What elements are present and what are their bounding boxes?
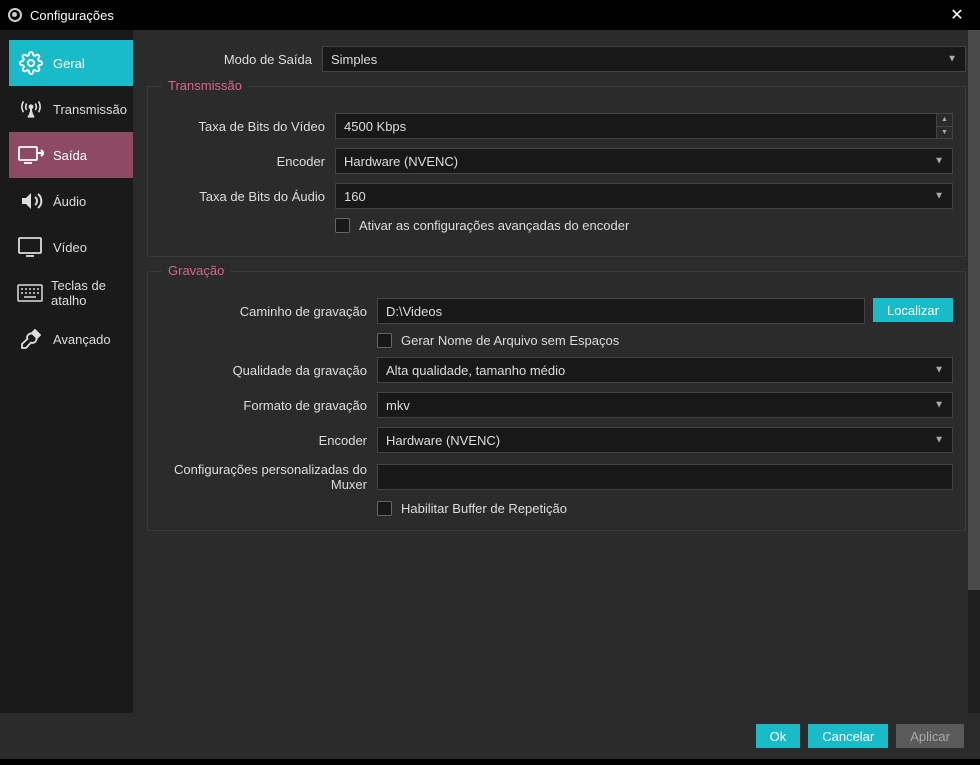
stream-legend: Transmissão [162,78,248,93]
sidebar-item-audio[interactable]: Áudio [9,178,133,224]
muxer-label: Configurações personalizadas do Muxer [160,462,377,492]
video-icon [17,233,45,261]
record-path-label: Caminho de gravação [160,304,377,319]
chevron-down-icon: ▼ [934,435,944,446]
bottom-bar [0,759,980,765]
record-fieldset: Gravação Caminho de gravação D:\Videos L… [147,271,966,531]
output-icon [17,141,45,169]
main: Geral A Transmissão Saída Áudio Vídeo [0,30,980,713]
record-encoder-value: Hardware (NVENC) [386,433,500,448]
sidebar-item-geral[interactable]: Geral [9,40,133,86]
record-encoder-label: Encoder [160,433,377,448]
video-bitrate-label: Taxa de Bits do Vídeo [160,119,335,134]
app-icon [8,8,22,22]
chevron-down-icon: ▼ [947,54,957,65]
replay-buffer-label: Habilitar Buffer de Repetição [401,501,567,516]
record-quality-value: Alta qualidade, tamanho médio [386,363,565,378]
audio-icon [17,187,45,215]
close-button[interactable]: ✕ [942,5,972,25]
record-path-input[interactable]: D:\Videos [377,298,865,324]
window-title: Configurações [30,8,942,23]
chevron-down-icon: ▼ [934,156,944,167]
sidebar-label-saida: Saída [53,148,87,163]
video-bitrate-input[interactable]: 4500 Kbps ▲ ▼ [335,113,953,139]
sidebar-item-advanced[interactable]: Avançado [9,316,133,362]
sidebar-item-transmissao[interactable]: A Transmissão [9,86,133,132]
no-spaces-label: Gerar Nome de Arquivo sem Espaços [401,333,619,348]
audio-bitrate-label: Taxa de Bits do Áudio [160,189,335,204]
scrollbar-track[interactable] [968,30,980,713]
svg-text:A: A [29,112,33,118]
stream-fieldset: Transmissão Taxa de Bits do Vídeo 4500 K… [147,86,966,257]
sidebar-label-geral: Geral [53,56,85,71]
sidebar-label-video: Vídeo [53,240,87,255]
ok-button[interactable]: Ok [756,724,801,748]
footer: Ok Cancelar Aplicar [0,713,980,759]
sidebar: Geral A Transmissão Saída Áudio Vídeo [0,30,133,713]
record-quality-select[interactable]: Alta qualidade, tamanho médio ▼ [377,357,953,383]
output-mode-value: Simples [331,52,377,67]
sidebar-label-hotkeys: Teclas de atalho [51,278,133,308]
no-spaces-checkbox[interactable] [377,333,392,348]
keyboard-icon [17,279,43,307]
record-quality-label: Qualidade da gravação [160,363,377,378]
output-mode-label: Modo de Saída [147,52,322,67]
sidebar-label-audio: Áudio [53,194,86,209]
broadcast-icon: A [17,95,45,123]
audio-bitrate-value: 160 [344,189,366,204]
browse-button[interactable]: Localizar [873,298,953,322]
chevron-down-icon: ▼ [934,191,944,202]
titlebar: Configurações ✕ [0,0,980,30]
record-encoder-select[interactable]: Hardware (NVENC) ▼ [377,427,953,453]
video-bitrate-value: 4500 Kbps [344,119,406,134]
muxer-input[interactable] [377,464,953,490]
content: Modo de Saída Simples ▼ Transmissão Taxa… [133,30,980,713]
record-format-select[interactable]: mkv ▼ [377,392,953,418]
spin-down-icon[interactable]: ▼ [936,127,952,139]
sidebar-item-video[interactable]: Vídeo [9,224,133,270]
sidebar-item-saida[interactable]: Saída [9,132,133,178]
advanced-encoder-label: Ativar as configurações avançadas do enc… [359,218,629,233]
replay-buffer-checkbox[interactable] [377,501,392,516]
record-format-value: mkv [386,398,410,413]
stream-encoder-value: Hardware (NVENC) [344,154,458,169]
sidebar-label-transmissao: Transmissão [53,102,127,117]
cancel-button[interactable]: Cancelar [808,724,888,748]
stream-encoder-select[interactable]: Hardware (NVENC) ▼ [335,148,953,174]
gear-icon [17,49,45,77]
record-legend: Gravação [162,263,230,278]
scrollbar-thumb[interactable] [968,30,980,590]
chevron-down-icon: ▼ [934,400,944,411]
chevron-down-icon: ▼ [934,365,944,376]
spin-up-icon[interactable]: ▲ [936,114,952,127]
output-mode-select[interactable]: Simples ▼ [322,46,966,72]
record-path-value: D:\Videos [386,304,442,319]
stream-encoder-label: Encoder [160,154,335,169]
record-format-label: Formato de gravação [160,398,377,413]
sidebar-item-hotkeys[interactable]: Teclas de atalho [9,270,133,316]
audio-bitrate-select[interactable]: 160 ▼ [335,183,953,209]
advanced-encoder-checkbox[interactable] [335,218,350,233]
sidebar-label-advanced: Avançado [53,332,111,347]
apply-button[interactable]: Aplicar [896,724,964,748]
tools-icon [17,325,45,353]
